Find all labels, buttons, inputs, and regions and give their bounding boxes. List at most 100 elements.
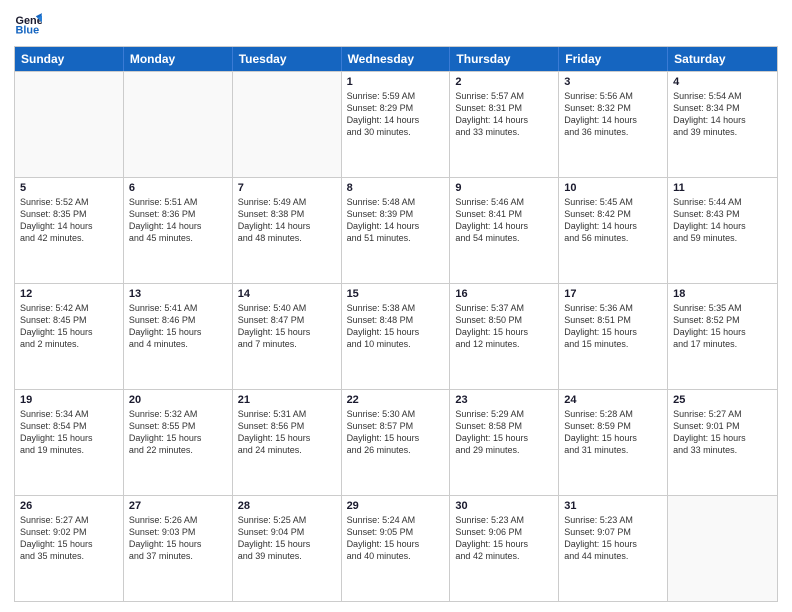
day-number: 30 [455, 500, 553, 512]
day-cell-5: 5 Sunrise: 5:52 AM Sunset: 8:35 PM Daylig… [15, 178, 124, 283]
day-number: 10 [564, 182, 662, 194]
header-cell-wednesday: Wednesday [342, 47, 451, 71]
day-info: Sunrise: 5:27 AM Sunset: 9:02 PM Dayligh… [20, 514, 118, 563]
calendar-body: 1 Sunrise: 5:59 AM Sunset: 8:29 PM Daylig… [15, 71, 777, 601]
day-cell-16: 16Sunrise: 5:37 AM Sunset: 8:50 PM Dayli… [450, 284, 559, 389]
day-cell-20: 20 Sunrise: 5:32 AM Sunset: 8:55 PM Dayli… [124, 390, 233, 495]
day-cell-10: 10 Sunrise: 5:45 AM Sunset: 8:42 PM Dayli… [559, 178, 668, 283]
day-info: Sunrise: 5:42 AM Sunset: 8:45 PM Dayligh… [20, 302, 118, 351]
day-info: Sunrise: 5:27 AM Sunset: 9:01 PM Dayligh… [673, 408, 772, 457]
calendar-header: SundayMondayTuesdayWednesdayThursdayFrid… [15, 47, 777, 71]
header-cell-friday: Friday [559, 47, 668, 71]
empty-cell-4-6 [668, 496, 777, 601]
header-cell-sunday: Sunday [15, 47, 124, 71]
day-cell-2: 2 Sunrise: 5:57 AM Sunset: 8:31 PM Daylig… [450, 72, 559, 177]
day-cell-6: 6Sunrise: 5:51 AM Sunset: 8:36 PM Daylig… [124, 178, 233, 283]
day-number: 21 [238, 394, 336, 406]
day-number: 31 [564, 500, 662, 512]
day-cell-31: 31 Sunrise: 5:23 AM Sunset: 9:07 PM Dayli… [559, 496, 668, 601]
day-number: 22 [347, 394, 445, 406]
header: General Blue [14, 10, 778, 38]
day-info: Sunrise: 5:56 AM Sunset: 8:32 PM Dayligh… [564, 90, 662, 139]
day-cell-7: 7Sunrise: 5:49 AM Sunset: 8:38 PM Daylig… [233, 178, 342, 283]
day-number: 20 [129, 394, 227, 406]
day-number: 5 [20, 182, 118, 194]
calendar: SundayMondayTuesdayWednesdayThursdayFrid… [14, 46, 778, 602]
day-cell-3: 3 Sunrise: 5:56 AM Sunset: 8:32 PM Daylig… [559, 72, 668, 177]
day-cell-28: 28 Sunrise: 5:25 AM Sunset: 9:04 PM Dayli… [233, 496, 342, 601]
day-info: Sunrise: 5:26 AM Sunset: 9:03 PM Dayligh… [129, 514, 227, 563]
day-cell-19: 19Sunrise: 5:34 AM Sunset: 8:54 PM Dayli… [15, 390, 124, 495]
day-cell-21: 21 Sunrise: 5:31 AM Sunset: 8:56 PM Dayli… [233, 390, 342, 495]
day-info: Sunrise: 5:59 AM Sunset: 8:29 PM Dayligh… [347, 90, 445, 139]
day-info: Sunrise: 5:41 AM Sunset: 8:46 PM Dayligh… [129, 302, 227, 351]
empty-cell-0-1 [124, 72, 233, 177]
day-number: 1 [347, 76, 445, 88]
header-cell-saturday: Saturday [668, 47, 777, 71]
svg-text:Blue: Blue [16, 24, 40, 36]
day-number: 14 [238, 288, 336, 300]
day-info: Sunrise: 5:28 AM Sunset: 8:59 PM Dayligh… [564, 408, 662, 457]
day-info: Sunrise: 5:54 AM Sunset: 8:34 PM Dayligh… [673, 90, 772, 139]
day-number: 29 [347, 500, 445, 512]
day-number: 27 [129, 500, 227, 512]
day-info: Sunrise: 5:31 AM Sunset: 8:56 PM Dayligh… [238, 408, 336, 457]
day-cell-23: 23 Sunrise: 5:29 AM Sunset: 8:58 PM Dayli… [450, 390, 559, 495]
day-cell-11: 11 Sunrise: 5:44 AM Sunset: 8:43 PM Dayli… [668, 178, 777, 283]
page: General Blue SundayMondayTuesdayWednesda… [0, 0, 792, 612]
day-number: 17 [564, 288, 662, 300]
day-info: Sunrise: 5:51 AM Sunset: 8:36 PM Dayligh… [129, 196, 227, 245]
day-cell-29: 29 Sunrise: 5:24 AM Sunset: 9:05 PM Dayli… [342, 496, 451, 601]
calendar-row-2: 12 Sunrise: 5:42 AM Sunset: 8:45 PM Dayli… [15, 283, 777, 389]
day-cell-17: 17Sunrise: 5:36 AM Sunset: 8:51 PM Dayli… [559, 284, 668, 389]
day-cell-13: 13Sunrise: 5:41 AM Sunset: 8:46 PM Dayli… [124, 284, 233, 389]
day-cell-30: 30 Sunrise: 5:23 AM Sunset: 9:06 PM Dayli… [450, 496, 559, 601]
day-info: Sunrise: 5:30 AM Sunset: 8:57 PM Dayligh… [347, 408, 445, 457]
empty-cell-0-0 [15, 72, 124, 177]
day-number: 25 [673, 394, 772, 406]
logo-icon: General Blue [14, 10, 42, 38]
day-info: Sunrise: 5:44 AM Sunset: 8:43 PM Dayligh… [673, 196, 772, 245]
day-info: Sunrise: 5:32 AM Sunset: 8:55 PM Dayligh… [129, 408, 227, 457]
day-cell-1: 1 Sunrise: 5:59 AM Sunset: 8:29 PM Daylig… [342, 72, 451, 177]
day-number: 9 [455, 182, 553, 194]
day-number: 11 [673, 182, 772, 194]
header-cell-tuesday: Tuesday [233, 47, 342, 71]
day-info: Sunrise: 5:57 AM Sunset: 8:31 PM Dayligh… [455, 90, 553, 139]
day-info: Sunrise: 5:23 AM Sunset: 9:07 PM Dayligh… [564, 514, 662, 563]
calendar-row-1: 5 Sunrise: 5:52 AM Sunset: 8:35 PM Daylig… [15, 177, 777, 283]
calendar-row-0: 1 Sunrise: 5:59 AM Sunset: 8:29 PM Daylig… [15, 71, 777, 177]
day-info: Sunrise: 5:24 AM Sunset: 9:05 PM Dayligh… [347, 514, 445, 563]
day-cell-12: 12 Sunrise: 5:42 AM Sunset: 8:45 PM Dayli… [15, 284, 124, 389]
day-cell-22: 22 Sunrise: 5:30 AM Sunset: 8:57 PM Dayli… [342, 390, 451, 495]
logo: General Blue [14, 10, 46, 38]
day-cell-15: 15Sunrise: 5:38 AM Sunset: 8:48 PM Dayli… [342, 284, 451, 389]
day-cell-25: 25 Sunrise: 5:27 AM Sunset: 9:01 PM Dayli… [668, 390, 777, 495]
day-number: 28 [238, 500, 336, 512]
day-info: Sunrise: 5:25 AM Sunset: 9:04 PM Dayligh… [238, 514, 336, 563]
header-cell-thursday: Thursday [450, 47, 559, 71]
header-cell-monday: Monday [124, 47, 233, 71]
day-number: 26 [20, 500, 118, 512]
day-number: 15 [347, 288, 445, 300]
day-info: Sunrise: 5:40 AM Sunset: 8:47 PM Dayligh… [238, 302, 336, 351]
empty-cell-0-2 [233, 72, 342, 177]
day-cell-14: 14 Sunrise: 5:40 AM Sunset: 8:47 PM Dayli… [233, 284, 342, 389]
day-info: Sunrise: 5:29 AM Sunset: 8:58 PM Dayligh… [455, 408, 553, 457]
day-info: Sunrise: 5:45 AM Sunset: 8:42 PM Dayligh… [564, 196, 662, 245]
day-cell-4: 4Sunrise: 5:54 AM Sunset: 8:34 PM Daylig… [668, 72, 777, 177]
day-number: 8 [347, 182, 445, 194]
day-cell-9: 9 Sunrise: 5:46 AM Sunset: 8:41 PM Daylig… [450, 178, 559, 283]
day-number: 23 [455, 394, 553, 406]
day-number: 12 [20, 288, 118, 300]
day-cell-26: 26 Sunrise: 5:27 AM Sunset: 9:02 PM Dayli… [15, 496, 124, 601]
day-cell-24: 24Sunrise: 5:28 AM Sunset: 8:59 PM Dayli… [559, 390, 668, 495]
day-info: Sunrise: 5:46 AM Sunset: 8:41 PM Dayligh… [455, 196, 553, 245]
day-cell-8: 8Sunrise: 5:48 AM Sunset: 8:39 PM Daylig… [342, 178, 451, 283]
day-number: 3 [564, 76, 662, 88]
day-info: Sunrise: 5:34 AM Sunset: 8:54 PM Dayligh… [20, 408, 118, 457]
day-info: Sunrise: 5:23 AM Sunset: 9:06 PM Dayligh… [455, 514, 553, 563]
day-number: 2 [455, 76, 553, 88]
day-info: Sunrise: 5:37 AM Sunset: 8:50 PM Dayligh… [455, 302, 553, 351]
day-info: Sunrise: 5:52 AM Sunset: 8:35 PM Dayligh… [20, 196, 118, 245]
